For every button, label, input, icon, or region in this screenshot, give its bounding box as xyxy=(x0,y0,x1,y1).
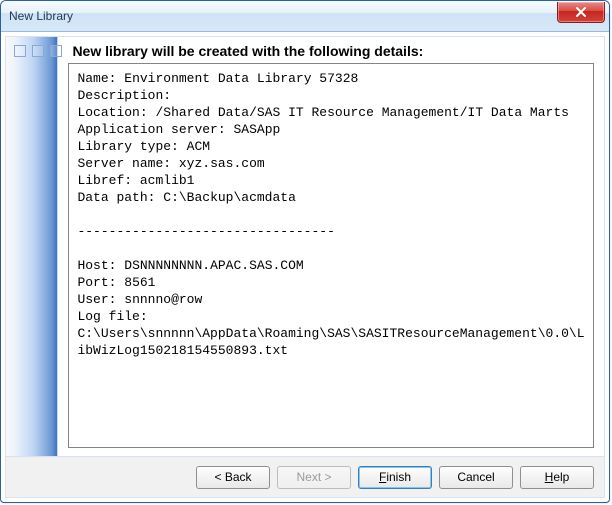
wizard-main: New library will be created with the fol… xyxy=(58,37,604,456)
logfile-label: Log file: xyxy=(77,309,147,324)
logfile-value: C:\Users\snnnnn\AppData\Roaming\SAS\SASI… xyxy=(77,326,584,358)
servername-value: xyz.sas.com xyxy=(179,156,265,171)
host-value: DSNNNNNNNN.APAC.SAS.COM xyxy=(124,258,303,273)
back-button[interactable]: < Back xyxy=(196,466,270,489)
libtype-value: ACM xyxy=(187,139,210,154)
libtype-label: Library type: xyxy=(77,139,178,154)
appserver-value: SASApp xyxy=(233,122,280,137)
dialog-window: New Library New library will be created … xyxy=(0,0,610,503)
help-button[interactable]: Help xyxy=(520,466,594,489)
content-row: New library will be created with the fol… xyxy=(6,37,604,456)
titlebar[interactable]: New Library xyxy=(1,1,609,32)
decor-square xyxy=(32,45,44,57)
client-area: New library will be created with the fol… xyxy=(5,36,605,498)
decor-square xyxy=(14,45,26,57)
datapath-label: Data path: xyxy=(77,190,155,205)
name-value: Environment Data Library 57328 xyxy=(124,71,358,86)
banner-decor xyxy=(14,45,62,57)
servername-label: Server name: xyxy=(77,156,171,171)
next-button: Next > xyxy=(277,466,351,489)
details-text[interactable]: Name: Environment Data Library 57328 Des… xyxy=(68,63,594,448)
location-value: /Shared Data/SAS IT Resource Management/… xyxy=(155,105,568,120)
decor-square xyxy=(50,45,62,57)
port-value: 8561 xyxy=(124,275,155,290)
window-title: New Library xyxy=(9,9,73,23)
datapath-value: C:\Backup\acmdata xyxy=(163,190,296,205)
wizard-side-banner xyxy=(6,37,58,456)
name-label: Name: xyxy=(77,71,116,86)
page-heading: New library will be created with the fol… xyxy=(72,43,594,59)
cancel-button[interactable]: Cancel xyxy=(439,466,513,489)
port-label: Port: xyxy=(77,275,116,290)
host-label: Host: xyxy=(77,258,116,273)
separator-line: --------------------------------- xyxy=(77,224,334,239)
description-label: Description: xyxy=(77,88,171,103)
libref-label: Libref: xyxy=(77,173,132,188)
user-label: User: xyxy=(77,292,116,307)
user-value: snnnno@row xyxy=(124,292,202,307)
close-icon xyxy=(575,7,587,18)
close-button[interactable] xyxy=(557,2,605,23)
libref-value: acmlib1 xyxy=(140,173,195,188)
wizard-button-bar: < Back Next > Finish Cancel Help xyxy=(6,456,604,497)
finish-button[interactable]: Finish xyxy=(358,466,432,489)
appserver-label: Application server: xyxy=(77,122,225,137)
location-label: Location: xyxy=(77,105,147,120)
